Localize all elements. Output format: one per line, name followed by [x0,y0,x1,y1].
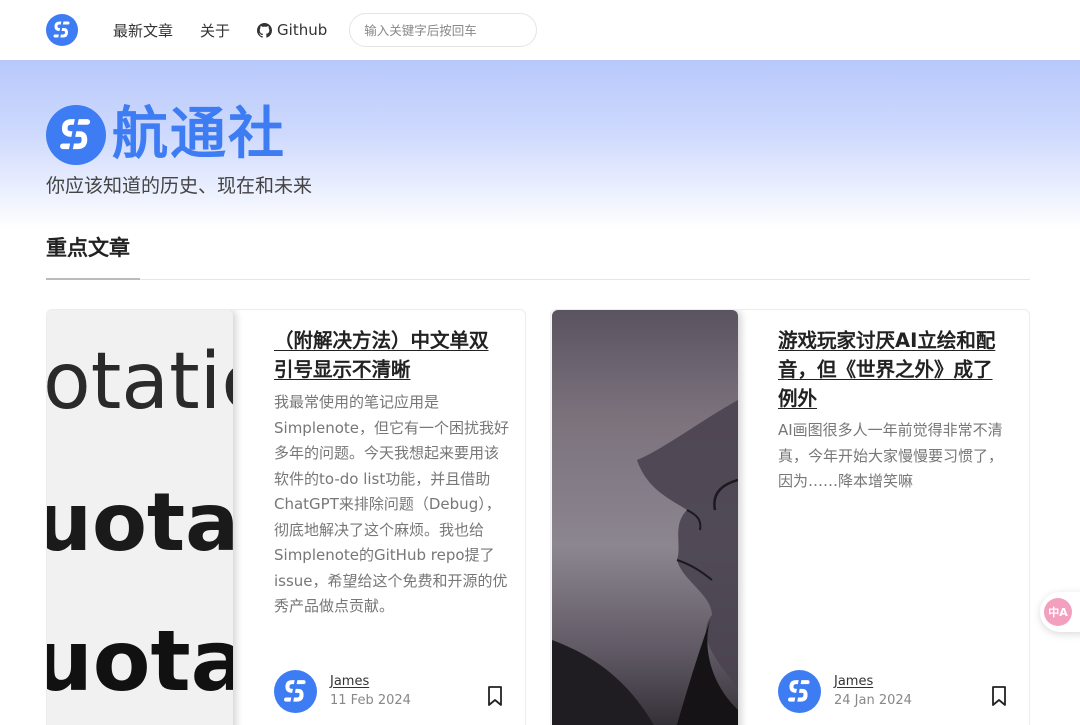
translate-icon: 中A [1044,598,1072,626]
thumbnail-text-3: uotat [47,612,233,710]
bookmark-icon[interactable] [485,685,505,707]
section-divider [46,279,1030,280]
github-icon [257,22,273,38]
author-name-link[interactable]: James [834,673,912,691]
article-thumbnail[interactable]: otatic uotati uotat [47,310,233,725]
anime-illustration-image [552,400,738,725]
top-nav: 最新文章 关于 Github [0,0,1080,60]
bookmark-icon[interactable] [989,685,1009,707]
avatar[interactable] [778,670,821,713]
article-title[interactable]: 游戏玩家讨厌AI立绘和配音，但《世界之外》成了例外 [778,326,1008,413]
article-author: James 24 Jan 2024 [778,670,912,713]
brand-logo-icon [46,105,106,165]
thumbnail-text-2: uotati [47,476,233,569]
article-card[interactable]: 游戏玩家讨厌AI立绘和配音，但《世界之外》成了例外 AI画图很多人一年前觉得非常… [550,309,1030,725]
nav-latest-articles[interactable]: 最新文章 [113,20,173,41]
article-thumbnail[interactable] [552,310,738,725]
site-logo-icon[interactable] [46,14,78,46]
author-meta: James 24 Jan 2024 [834,673,912,711]
section-divider-accent [46,278,140,280]
nav-github[interactable]: Github [257,21,327,39]
publish-date: 24 Jan 2024 [834,692,912,708]
article-title[interactable]: （附解决方法）中文单双引号显示不清晰 [274,326,504,384]
section-title: 重点文章 [46,236,130,260]
article-card[interactable]: otatic uotati uotat （附解决方法）中文单双引号显示不清晰 我… [46,309,526,725]
nav-github-label: Github [277,21,328,39]
brand-name: 航通社 [112,102,286,167]
translate-button[interactable]: 中A [1040,592,1080,632]
publish-date: 11 Feb 2024 [330,692,411,708]
site-tagline: 你应该知道的历史、现在和未来 [46,175,313,197]
quotation-sample-image: otatic uotati uotat [47,337,233,710]
author-meta: James 11 Feb 2024 [330,673,411,711]
author-name-link[interactable]: James [330,673,411,691]
article-excerpt: AI画图很多人一年前觉得非常不清真，今年开始大家慢慢要习惯了，因为……降本增笑嘛 [778,421,1004,490]
search-input[interactable] [349,13,538,47]
nav-about[interactable]: 关于 [200,20,230,41]
avatar[interactable] [274,670,317,713]
article-author: James 11 Feb 2024 [274,670,411,713]
article-excerpt: 我最常使用的笔记应用是Simplenote，但它有一个困扰我好多年的问题。今天我… [274,393,510,615]
brand-logo[interactable]: 航通社 [46,104,286,166]
thumbnail-text-1: otatic [47,337,233,427]
